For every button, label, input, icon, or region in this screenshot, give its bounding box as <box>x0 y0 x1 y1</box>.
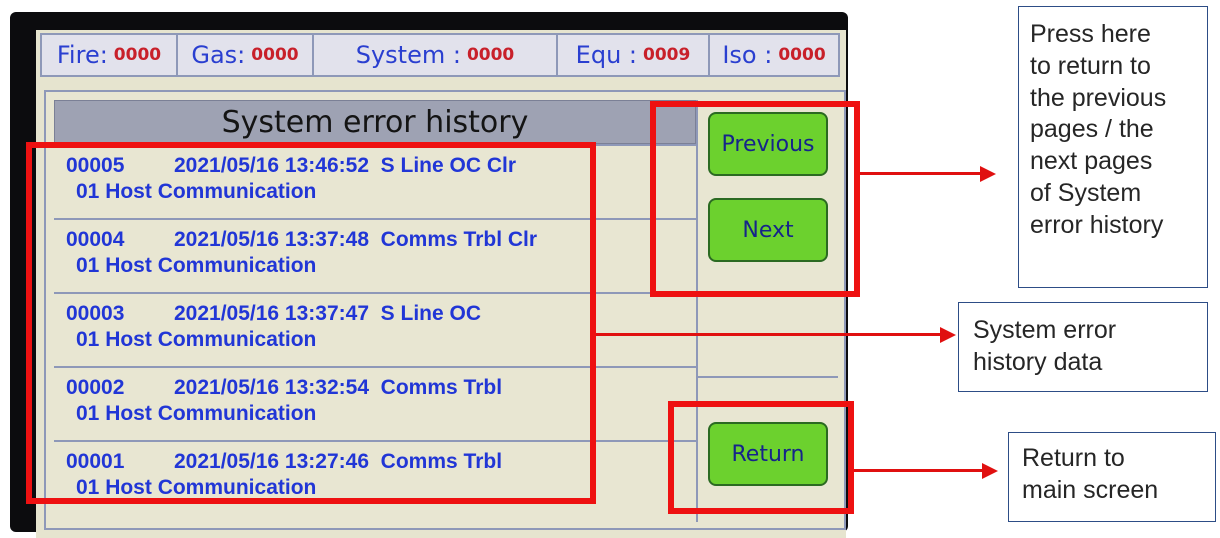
equ-counter-label: Equ : <box>575 41 637 69</box>
panel-divider <box>698 376 838 378</box>
iso-counter-label: Iso : <box>722 41 773 69</box>
callout-line: the previous <box>1030 83 1167 112</box>
callout-line: main screen <box>1022 475 1159 504</box>
callout-line: of System <box>1030 178 1142 207</box>
callout-line: System error <box>973 316 1117 344</box>
arrow-head-icon <box>982 463 998 479</box>
system-counter: System :0000 <box>314 35 558 75</box>
callout-line: Return to <box>1022 444 1125 472</box>
system-counter-value: 0000 <box>466 45 515 65</box>
callout-line: Press here <box>1030 20 1151 48</box>
return-button-highlight <box>668 401 854 514</box>
iso-counter-value: 0000 <box>778 45 826 65</box>
arrow-line <box>860 172 982 175</box>
callout-line: next pages <box>1030 147 1153 175</box>
callout-line: error history <box>1030 210 1164 239</box>
arrow-line <box>854 469 984 472</box>
callout-line: history data <box>973 347 1103 376</box>
arrow-head-icon <box>940 327 956 343</box>
gas-counter-value: 0000 <box>251 45 299 65</box>
pages-callout: Press here to return to the previous pag… <box>1018 6 1208 288</box>
equ-counter: Equ : 0009 <box>558 35 710 75</box>
history-data-highlight <box>26 142 596 504</box>
fire-counter-label: Fire: <box>56 41 108 69</box>
callout-line: to return to <box>1030 51 1151 80</box>
gas-counter-label: Gas: <box>191 41 246 69</box>
callout-line: pages / the <box>1030 115 1154 144</box>
equ-counter-value: 0009 <box>643 45 691 65</box>
page-title: System error history <box>54 100 696 144</box>
fire-counter: Fire: 0000 <box>42 35 178 75</box>
return-callout: Return to main screen <box>1008 432 1216 522</box>
arrow-head-icon <box>980 166 996 182</box>
iso-counter: Iso :0000 <box>710 35 838 75</box>
fire-counter-value: 0000 <box>113 45 162 65</box>
data-callout: System error history data <box>958 302 1208 392</box>
arrow-line <box>596 333 942 336</box>
status-counter-bar: Fire: 0000 Gas: 0000 System :0000 Equ :000… <box>40 33 840 77</box>
system-counter-label: System : <box>355 41 461 69</box>
gas-counter: Gas: 0000 <box>178 35 314 75</box>
page-buttons-highlight <box>650 101 860 297</box>
